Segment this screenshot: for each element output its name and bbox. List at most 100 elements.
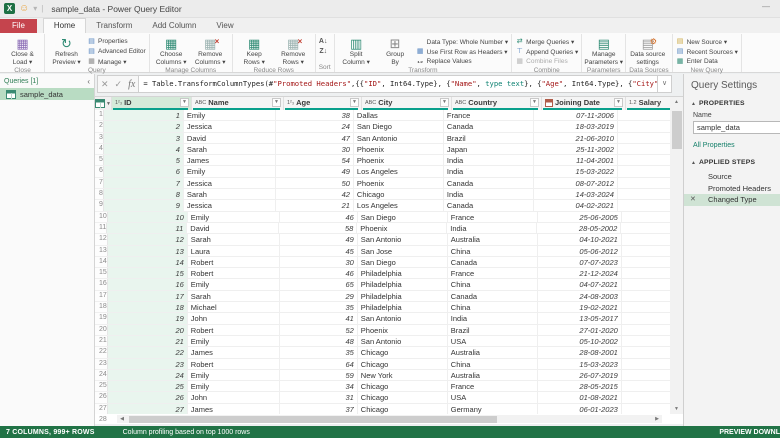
use-first-row-as-headers-button[interactable]: ▦Use First Row as Headers ▾	[416, 47, 509, 56]
grid-cell[interactable]: 38	[276, 110, 354, 120]
grid-cell[interactable]: 29	[280, 291, 358, 301]
filter-dropdown-icon[interactable]: ▼	[614, 98, 623, 107]
delete-step-icon[interactable]: ✕	[690, 195, 696, 203]
grid-cell[interactable]: Brazil	[444, 133, 534, 143]
all-properties-link[interactable]: All Properties	[693, 142, 735, 149]
grid-cell[interactable]: Canada	[444, 200, 534, 210]
grid-cell[interactable]: France	[448, 212, 538, 222]
grid-cell[interactable]: 26-07-2019	[538, 370, 622, 380]
grid-cell[interactable]: 28-08-2001	[538, 347, 622, 357]
grid-cell[interactable]: John	[188, 392, 280, 402]
tab-view[interactable]: View	[206, 19, 243, 33]
grid-cell[interactable]: 14	[108, 257, 188, 267]
tab-transform[interactable]: Transform	[86, 19, 142, 33]
grid-cell[interactable]: 22	[108, 347, 188, 357]
grid-cell[interactable]: 26	[108, 392, 188, 402]
grid-cell[interactable]: 45	[280, 246, 358, 256]
grid-cell[interactable]: 31	[280, 392, 358, 402]
grid-cell[interactable]: 19-02-2021	[538, 302, 622, 312]
column-header-id[interactable]: 1²₃ID▼	[112, 97, 192, 110]
row-number[interactable]: 6	[95, 166, 104, 176]
grid-cell[interactable]: 6	[104, 166, 184, 176]
manage-button[interactable]: ▦Manage ▾	[87, 57, 146, 66]
row-number[interactable]: 13	[95, 246, 108, 256]
filter-dropdown-icon[interactable]: ▼	[272, 98, 281, 107]
grid-cell[interactable]: David	[184, 133, 276, 143]
grid-cell[interactable]: Sarah	[184, 189, 276, 199]
scroll-up-icon[interactable]: ▲	[670, 99, 683, 105]
grid-cell[interactable]: 24-08-2003	[538, 291, 622, 301]
grid-cell[interactable]: Canada	[444, 121, 534, 131]
row-number[interactable]: 14	[95, 257, 108, 267]
row-number[interactable]: 4	[95, 144, 104, 154]
grid-cell[interactable]: India	[447, 223, 537, 233]
row-number[interactable]: 22	[95, 347, 108, 357]
cancel-formula-icon[interactable]: ✕	[101, 79, 109, 90]
grid-cell[interactable]: Australia	[448, 370, 538, 380]
tab-add-column[interactable]: Add Column	[142, 19, 206, 33]
grid-cell[interactable]: 11	[107, 223, 187, 233]
grid-cell[interactable]: Chicago	[358, 381, 448, 391]
row-number[interactable]: 9	[95, 200, 104, 210]
grid-cell[interactable]: San Antonio	[354, 133, 444, 143]
grid-cell[interactable]: Philadelphia	[358, 291, 448, 301]
formula-expand-icon[interactable]: ∨	[658, 75, 672, 93]
grid-cell[interactable]: China	[448, 302, 538, 312]
grid-cell[interactable]: 25	[108, 381, 188, 391]
advanced-editor-button[interactable]: ▤Advanced Editor	[87, 47, 146, 56]
row-number[interactable]: 11	[95, 223, 107, 233]
grid-cell[interactable]: USA	[448, 392, 538, 402]
grid-cell[interactable]: 05-06-2012	[538, 246, 622, 256]
grid-cell[interactable]: James	[188, 347, 280, 357]
grid-cell[interactable]: Chicago	[358, 347, 448, 357]
horizontal-scroll-track[interactable]	[127, 415, 652, 423]
grid-cell[interactable]: 28-05-2002	[537, 223, 621, 233]
tab-file[interactable]: File	[0, 19, 37, 33]
grid-cell[interactable]: 04-10-2021	[538, 234, 622, 244]
filter-dropdown-icon[interactable]: ▼	[440, 98, 449, 107]
grid-cell[interactable]: 49	[280, 234, 358, 244]
keep-rows-button[interactable]: ▦KeepRows ▾	[236, 35, 273, 66]
grid-cell[interactable]: 1	[104, 110, 184, 120]
grid-cell[interactable]: 30	[276, 144, 354, 154]
grid-cell[interactable]: Philadelphia	[358, 302, 448, 312]
grid-cell[interactable]: San Diego	[354, 121, 444, 131]
grid-cell[interactable]: India	[444, 166, 534, 176]
grid-cell[interactable]: 25-11-2002	[534, 144, 618, 154]
grid-cell[interactable]: 01-08-2021	[538, 392, 622, 402]
row-number[interactable]: 23	[95, 359, 108, 369]
grid-cell[interactable]: 23	[108, 359, 188, 369]
row-number[interactable]: 21	[95, 336, 108, 346]
choose-columns-button[interactable]: ▦ChooseColumns ▾	[153, 35, 190, 66]
applied-step-source[interactable]: Source	[691, 171, 780, 183]
tab-home[interactable]: Home	[43, 18, 86, 33]
grid-cell[interactable]: 18-03-2019	[534, 121, 618, 131]
grid-cell[interactable]: Emily	[188, 336, 280, 346]
grid-cell[interactable]: USA	[448, 336, 538, 346]
grid-cell[interactable]: France	[448, 381, 538, 391]
grid-cell[interactable]: 50	[276, 178, 354, 188]
grid-cell[interactable]: 54	[276, 155, 354, 165]
applied-step-promoted-headers[interactable]: Promoted Headers	[691, 183, 780, 195]
grid-cell[interactable]: Robert	[188, 325, 280, 335]
column-header-city[interactable]: ABCCity▼	[362, 97, 452, 110]
filter-dropdown-icon[interactable]: ▼	[530, 98, 539, 107]
grid-cell[interactable]: 46	[280, 268, 358, 278]
grid-cell[interactable]: Phoenix	[354, 155, 444, 165]
grid-cell[interactable]: 24	[108, 370, 188, 380]
row-number[interactable]: 2	[95, 121, 104, 131]
refresh-preview-button[interactable]: ↻RefreshPreview ▾	[48, 35, 85, 66]
grid-cell[interactable]: Michael	[188, 302, 280, 312]
grid-cell[interactable]: 07-07-2023	[538, 257, 622, 267]
grid-cell[interactable]: 21-06-2010	[534, 133, 618, 143]
grid-cell[interactable]: 15-03-2023	[538, 359, 622, 369]
grid-cell[interactable]: San Jose	[358, 246, 448, 256]
row-number[interactable]: 19	[95, 313, 108, 323]
row-number[interactable]: 20	[95, 325, 108, 335]
grid-cell[interactable]: Canada	[444, 178, 534, 188]
grid-cell[interactable]: 04-02-2021	[534, 200, 618, 210]
merge-queries-button[interactable]: ⇄Merge Queries ▾	[515, 37, 578, 46]
grid-cell[interactable]: 20	[108, 325, 188, 335]
grid-cell[interactable]: 49	[276, 166, 354, 176]
manage-parameters-button[interactable]: ▤ManageParameters ▾	[585, 35, 622, 66]
